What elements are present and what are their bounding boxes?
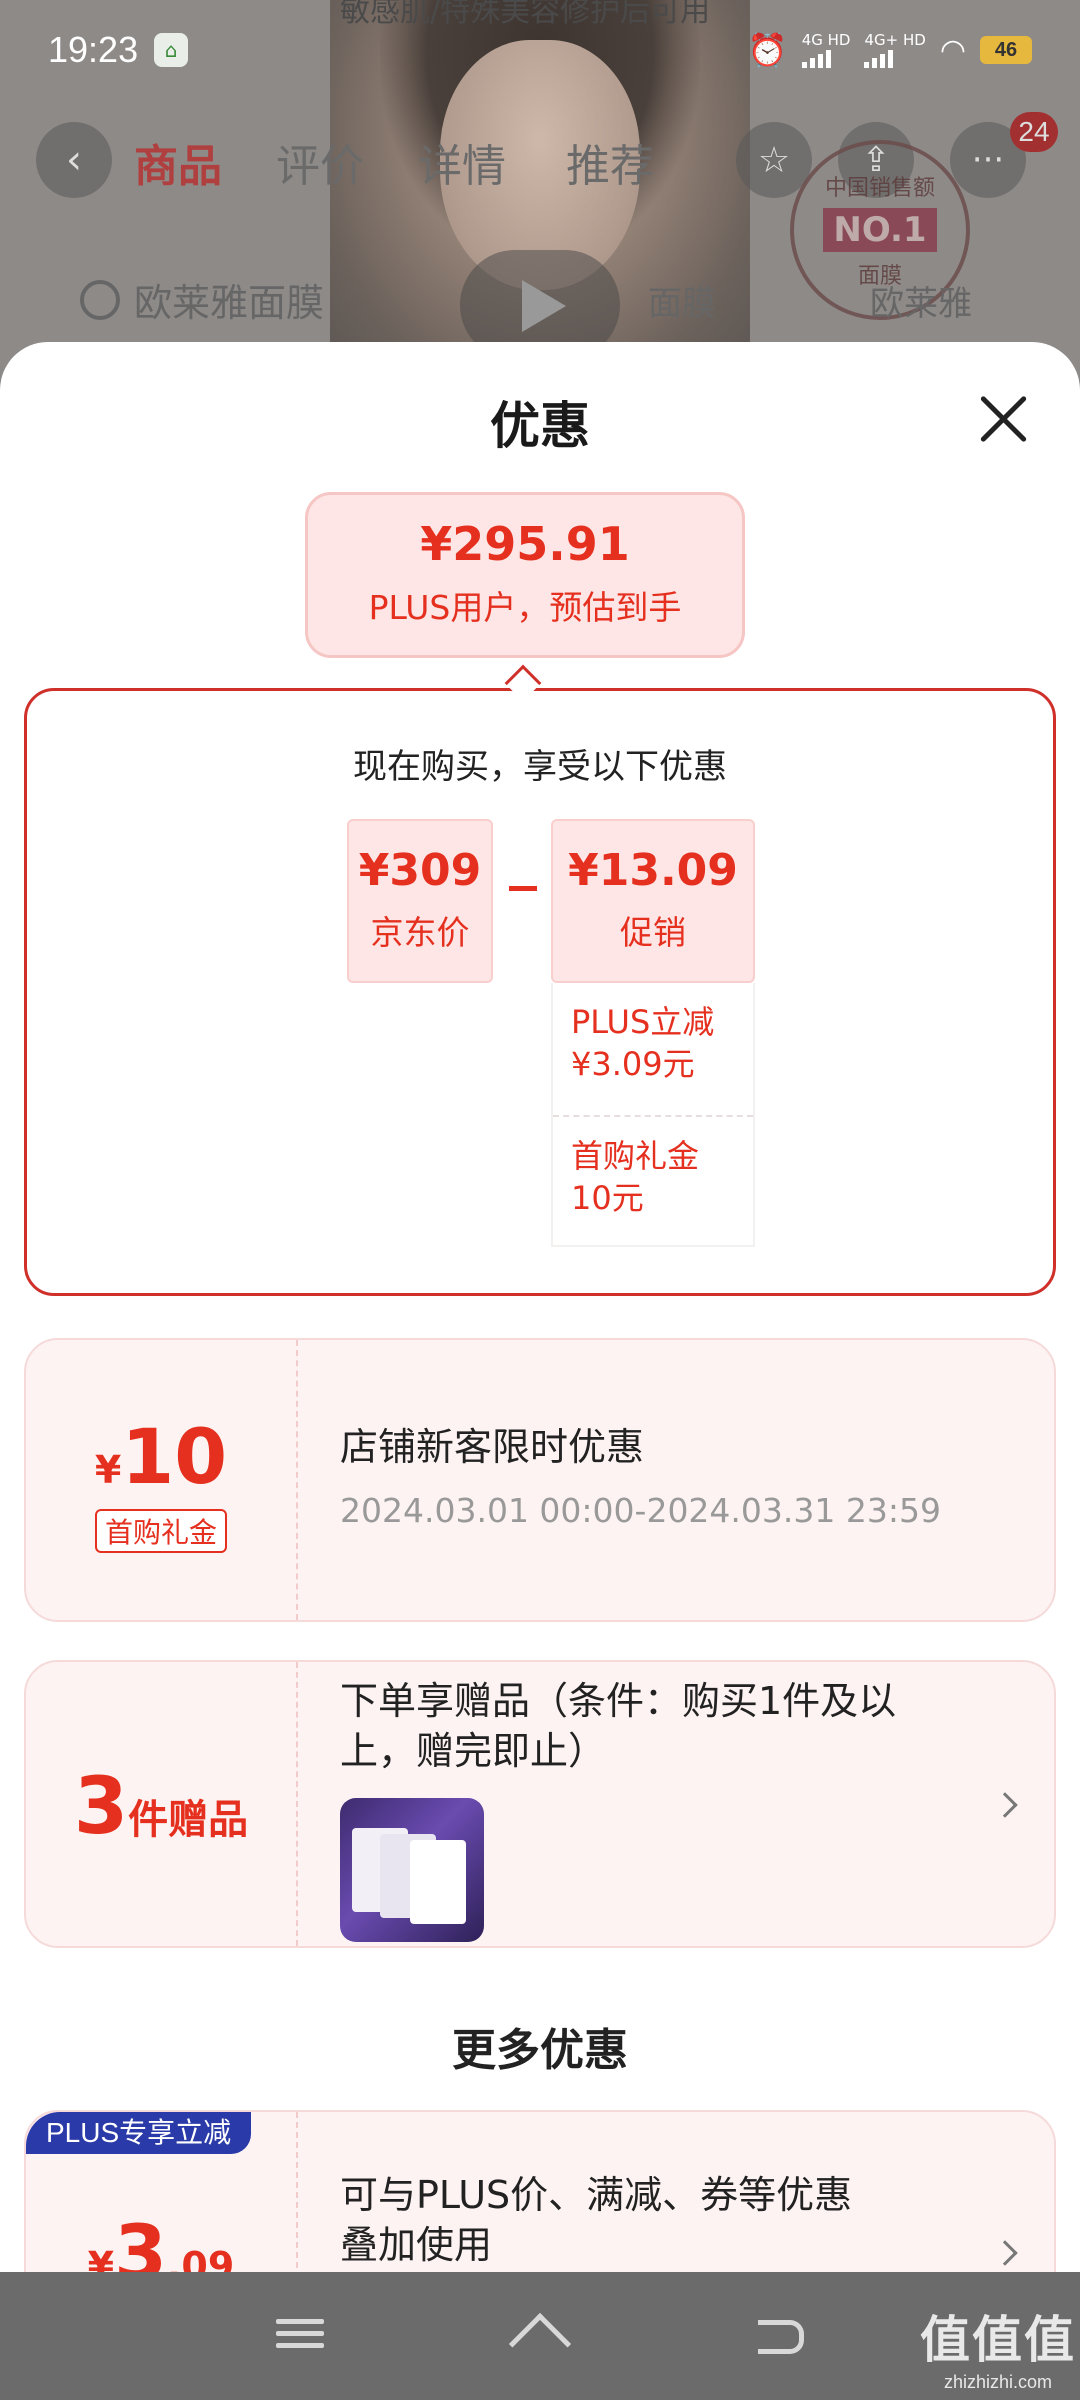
yen-sign: ¥	[94, 1448, 122, 1492]
gift-title: 下单享赠品（条件：购买1件及以上，赠完即止）	[340, 1679, 897, 1773]
plus-exclusive-offer[interactable]: ¥3.09 PLUS专享立减 可与PLUS价、满减、券等优惠叠加使用	[24, 2110, 1056, 2272]
network-type-2: 4G+ HD	[864, 30, 926, 49]
menu-icon[interactable]	[270, 2312, 330, 2362]
cart-count-badge: 24	[1010, 112, 1058, 152]
close-icon[interactable]	[970, 384, 1040, 454]
tab-reviews[interactable]: 评价	[276, 130, 364, 194]
network-type-1: 4G HD	[801, 30, 851, 49]
watermark-url: zhizhizhi.com	[943, 2372, 1053, 2392]
search-bar[interactable]: 欧莱雅面膜	[80, 272, 324, 327]
chevron-right-icon[interactable]	[992, 2240, 1018, 2266]
gift-offer[interactable]: 3件赠品 下单享赠品（条件：购买1件及以上，赠完即止）	[24, 1660, 1056, 1948]
system-navigation-bar	[0, 2272, 1080, 2400]
price-breakdown: 现在购买，享受以下优惠 ¥309 京东价 ¥13.09 促销 PLUS立减 ¥3.…	[24, 688, 1056, 1296]
search-suggestion[interactable]: 面膜	[648, 276, 716, 325]
coupon-period: 2024.03.01 00:00-2024.03.31 23:59	[340, 1491, 941, 1530]
estimated-price-label: PLUS用户，预估到手	[368, 588, 682, 627]
plus-discount-text: PLUS立减 ¥3.09元	[571, 1003, 715, 1083]
home-icon[interactable]	[508, 2312, 572, 2376]
search-placeholder: 欧莱雅面膜	[134, 281, 325, 325]
gift-count-number: 3	[73, 1762, 129, 1852]
coupon-amount: ¥10	[26, 1412, 296, 1501]
app-notification-icon: ⌂	[154, 33, 189, 67]
plus-amount-decimal: .09	[167, 2244, 235, 2272]
jd-price-label: 京东价	[370, 913, 470, 952]
plus-amount-value: 3	[114, 2208, 167, 2272]
watermark-text: 值值值	[920, 2311, 1076, 2369]
yen-sign: ¥	[87, 2244, 115, 2272]
gift-count-area: 3件赠品	[26, 1662, 298, 1946]
back-icon[interactable]: ‹	[36, 122, 112, 198]
watermark: 值值值 zhizhizhi.com	[920, 2300, 1076, 2393]
plus-offer-title: 可与PLUS价、满减、券等优惠叠加使用	[340, 2173, 853, 2267]
jd-price-card: ¥309 京东价	[347, 819, 493, 983]
coupon-amount-area: ¥10 首购礼金	[26, 1340, 298, 1620]
gift-count: 3件赠品	[26, 1762, 296, 1852]
minus-sign	[509, 886, 537, 891]
discount-sheet: 优惠 ¥295.91 PLUS用户，预估到手 现在购买，享受以下优惠 ¥309 …	[0, 342, 1080, 2272]
tab-details[interactable]: 详情	[418, 130, 506, 194]
chevron-right-icon[interactable]	[992, 1792, 1018, 1818]
first-purchase-item: 首购礼金 10元	[553, 1115, 753, 1247]
coupon-value: 10	[121, 1412, 228, 1501]
plus-discount-item: PLUS立减 ¥3.09元	[553, 983, 753, 1115]
tab-product[interactable]: 商品	[134, 130, 222, 194]
estimated-price: ¥295.91	[420, 517, 630, 571]
plus-offer-info: 可与PLUS价、满减、券等优惠叠加使用	[340, 2170, 860, 2270]
coupon-type-tag: 首购礼金	[94, 1509, 227, 1553]
gift-info: 下单享赠品（条件：购买1件及以上，赠完即止）	[340, 1676, 900, 1942]
status-time: 19:23	[48, 29, 139, 70]
gift-product-image[interactable]	[340, 1798, 484, 1942]
seal-top-text: 中国销售额	[824, 176, 935, 201]
plus-exclusive-badge: PLUS专享立减	[26, 2112, 252, 2154]
plus-amount: ¥3.09	[26, 2208, 296, 2272]
sheet-title: 优惠	[490, 397, 590, 455]
signal-icon: 4G HD	[801, 30, 851, 68]
seal-badge: NO.1	[823, 208, 937, 252]
new-customer-coupon[interactable]: ¥10 首购礼金 店铺新客限时优惠 2024.03.01 00:00-2024.…	[24, 1338, 1056, 1622]
tab-recommend[interactable]: 推荐	[566, 130, 654, 194]
search-suggestion[interactable]: 欧莱雅	[870, 276, 972, 325]
promotion-detail-list: PLUS立减 ¥3.09元 首购礼金 10元	[551, 983, 755, 1247]
battery-icon: 46	[980, 36, 1032, 64]
estimated-price-box: ¥295.91 PLUS用户，预估到手	[305, 492, 745, 658]
promotion-card: ¥13.09 促销	[551, 819, 755, 983]
status-bar: 19:23 ⌂ ⏰ 4G HD 4G+ HD ◠ 46	[0, 0, 1080, 100]
promotion-value: ¥13.09	[568, 845, 738, 896]
breakdown-title: 现在购买，享受以下优惠	[353, 747, 727, 787]
gift-count-unit: 件赠品	[128, 1797, 249, 1843]
alarm-icon: ⏰	[747, 31, 788, 69]
promotion-label: 促销	[620, 913, 686, 952]
first-purchase-text: 首购礼金 10元	[571, 1137, 700, 1217]
jd-price-value: ¥309	[358, 845, 482, 896]
more-offers-title: 更多优惠	[452, 2025, 628, 2076]
wifi-icon: ◠	[939, 32, 966, 68]
signal-icon: 4G+ HD	[864, 30, 926, 68]
coupon-info: 店铺新客限时优惠 2024.03.01 00:00-2024.03.31 23:…	[340, 1422, 941, 1536]
search-icon	[80, 279, 120, 320]
back-nav-icon[interactable]	[752, 2312, 812, 2362]
coupon-title: 店铺新客限时优惠	[340, 1425, 645, 1469]
